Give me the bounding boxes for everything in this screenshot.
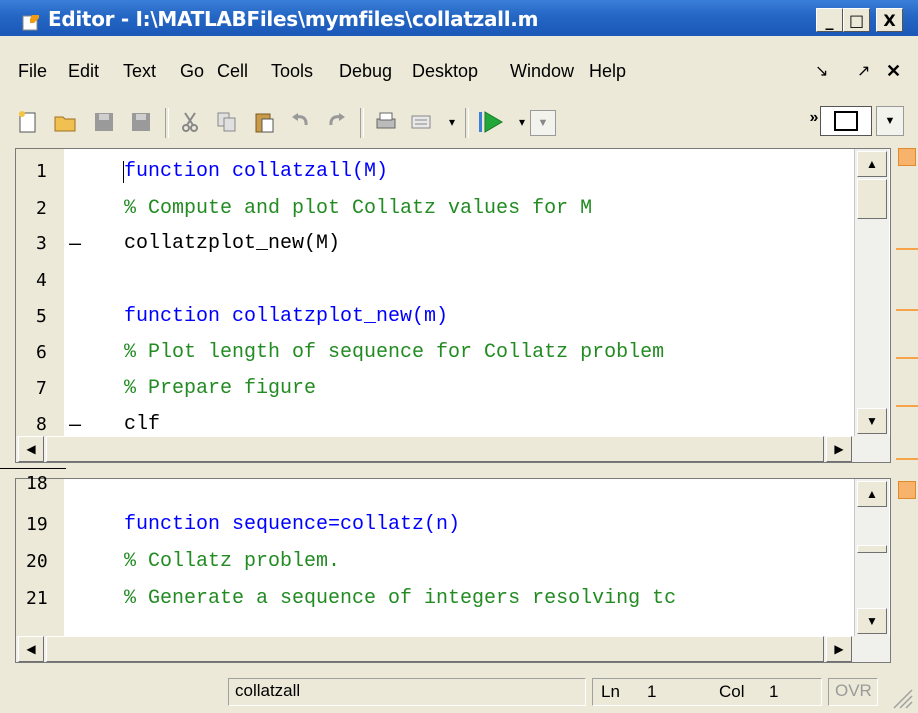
toolbar: ▾ ▾ ▼ » ▼ [0, 100, 918, 146]
menu-debug[interactable]: Debug [339, 61, 392, 82]
toolbar-separator [360, 108, 364, 138]
layout-selector[interactable] [820, 106, 872, 136]
menu-window[interactable]: Window [510, 61, 574, 82]
find-icon[interactable] [410, 108, 438, 136]
dock-icon[interactable]: ↘ [815, 61, 828, 81]
h-scrollbar-thumb[interactable] [46, 436, 824, 462]
matlab-editor-window: Editor - I:\MATLABFiles\mymfiles\collatz… [0, 0, 918, 713]
code-line[interactable]: % Collatz problem. [124, 550, 340, 573]
resize-grip-icon[interactable] [888, 684, 914, 710]
title-bar[interactable]: Editor - I:\MATLABFiles\mymfiles\collatz… [0, 0, 918, 36]
scroll-right-arrow-icon[interactable]: ▶ [826, 636, 852, 662]
menu-file[interactable]: File [18, 61, 47, 82]
scrollbar-thumb[interactable] [857, 545, 887, 553]
warning-marker[interactable] [896, 357, 918, 359]
new-file-icon[interactable] [14, 108, 42, 136]
editor-pane-top[interactable]: 1 function collatzall(M) 2 % Compute and… [15, 148, 891, 463]
warning-status-icon[interactable] [898, 481, 916, 499]
horizontal-scrollbar[interactable]: ◀ ▶ [16, 636, 890, 662]
ln-value: 1 [647, 682, 657, 701]
code-line[interactable]: clf [124, 413, 160, 436]
menu-edit[interactable]: Edit [68, 61, 99, 82]
breakpoint-dash[interactable]: — [69, 231, 81, 255]
find-dropdown-icon[interactable]: ▾ [438, 108, 466, 136]
save-icon[interactable] [90, 108, 118, 136]
code-line[interactable]: % Compute and plot Collatz values for M [124, 197, 592, 220]
scrollbar-thumb[interactable] [857, 179, 887, 219]
maximize-button[interactable]: □ [843, 8, 870, 32]
scroll-down-arrow-icon[interactable]: ▼ [857, 408, 887, 434]
close-document-icon[interactable]: ✕ [886, 61, 901, 82]
menu-cell[interactable]: Cell [217, 61, 248, 82]
cursor-position-field: Ln 1 Col 1 [592, 678, 822, 706]
warning-marker[interactable] [896, 405, 918, 407]
col-value: 1 [769, 682, 779, 701]
toolbar-separator [165, 108, 169, 138]
window-title: Editor - I:\MATLABFiles\mymfiles\collatz… [48, 7, 539, 31]
message-bar-bottom[interactable] [890, 478, 918, 662]
run-icon[interactable] [477, 108, 505, 136]
menu-text[interactable]: Text [123, 61, 156, 82]
warning-status-icon[interactable] [898, 148, 916, 166]
menu-tools[interactable]: Tools [271, 61, 313, 82]
open-file-icon[interactable] [52, 108, 80, 136]
scroll-down-arrow-icon[interactable]: ▼ [857, 608, 887, 634]
code-line[interactable]: function collatzall(M) [124, 160, 388, 183]
cut-icon[interactable] [176, 108, 204, 136]
warning-marker[interactable] [896, 458, 918, 460]
layout-dropdown-icon[interactable]: ▼ [876, 106, 904, 136]
scroll-left-arrow-icon[interactable]: ◀ [18, 436, 44, 462]
undock-icon[interactable]: ↗ [857, 61, 870, 81]
split-divider[interactable] [0, 468, 66, 469]
line-number: 18 [26, 473, 48, 494]
undo-icon[interactable] [287, 108, 315, 136]
status-bar: collatzall Ln 1 Col 1 OVR [0, 672, 918, 713]
line-number: 4 [36, 270, 47, 291]
current-function-field[interactable]: collatzall [228, 678, 586, 706]
paste-icon[interactable] [250, 108, 278, 136]
warning-marker[interactable] [896, 309, 918, 311]
toolbar-separator [465, 108, 469, 138]
minimize-button[interactable]: _ [816, 8, 843, 32]
single-layout-icon [834, 111, 858, 131]
menu-bar: File Edit Text Go Cell Tools Debug Deskt… [0, 55, 918, 85]
scroll-up-arrow-icon[interactable]: ▲ [857, 151, 887, 177]
code-line[interactable]: % Generate a sequence of integers resolv… [124, 587, 676, 610]
close-button[interactable]: X [876, 8, 903, 32]
horizontal-scrollbar[interactable]: ◀ ▶ [16, 436, 890, 462]
menu-desktop[interactable]: Desktop [412, 61, 478, 82]
print-icon[interactable] [372, 108, 400, 136]
ln-label: Ln [601, 682, 620, 701]
copy-icon[interactable] [213, 108, 241, 136]
breakpoint-dash[interactable]: — [69, 412, 81, 436]
code-line[interactable]: % Prepare figure [124, 377, 316, 400]
editor-app-icon [22, 15, 39, 31]
menu-help[interactable]: Help [589, 61, 626, 82]
editor-pane-bottom[interactable]: 18 19 function sequence=collatz(n) 20 % … [15, 473, 891, 663]
scroll-left-arrow-icon[interactable]: ◀ [18, 636, 44, 662]
code-line[interactable]: % Plot length of sequence for Collatz pr… [124, 341, 664, 364]
code-line[interactable]: function collatzplot_new(m) [124, 305, 448, 328]
redo-icon[interactable] [322, 108, 350, 136]
vertical-scrollbar[interactable]: ▲ ▼ [854, 149, 889, 436]
vertical-scrollbar[interactable]: ▲ ▼ [854, 479, 889, 636]
overwrite-mode-indicator: OVR [828, 678, 878, 706]
message-bar-top[interactable] [890, 146, 918, 462]
code-line[interactable]: function sequence=collatz(n) [124, 513, 460, 536]
code-line[interactable]: collatzplot_new(M) [124, 232, 340, 255]
breakpoint-dropdown-icon[interactable]: ▼ [530, 110, 556, 136]
col-label: Col [719, 682, 745, 701]
scroll-right-arrow-icon[interactable]: ▶ [826, 436, 852, 462]
h-scrollbar-thumb[interactable] [46, 636, 824, 662]
menu-go[interactable]: Go [180, 61, 204, 82]
line-number: 8 [36, 414, 47, 435]
save-all-icon[interactable] [127, 108, 155, 136]
warning-marker[interactable] [896, 248, 918, 250]
text-cursor [123, 161, 124, 183]
scroll-up-arrow-icon[interactable]: ▲ [857, 481, 887, 507]
